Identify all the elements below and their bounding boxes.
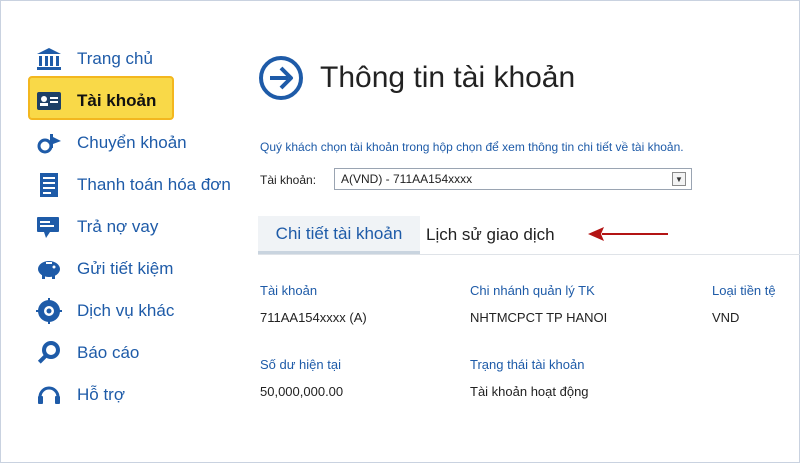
tab-label: Lịch sử giao dịch	[426, 225, 555, 244]
sidebar-item-transfer[interactable]: Chuyển khoản	[26, 122, 226, 164]
bank-icon	[36, 46, 62, 72]
annotation-arrow-icon	[588, 224, 670, 244]
sidebar-item-label: Dịch vụ khác	[77, 301, 175, 320]
instruction-text: Quý khách chọn tài khoản trong hộp chọn …	[260, 140, 684, 154]
report-search-icon	[36, 340, 62, 366]
tab-transaction-history[interactable]: Lịch sử giao dịch	[426, 216, 555, 254]
sidebar-item-label: Trang chủ	[77, 49, 153, 68]
branch-value: NHTMCPCT TP HANOI	[470, 310, 608, 325]
currency-label: Loại tiền tệ	[712, 283, 776, 298]
tab-divider	[258, 254, 800, 255]
transfer-icon	[36, 130, 62, 156]
balance-value: 50,000,000.00	[260, 384, 344, 399]
account-number-label: Tài khoản	[260, 283, 318, 298]
account-select[interactable]: A(VND) - 711AA154xxxx ▼	[334, 168, 692, 190]
sidebar-item-bill-payment[interactable]: Thanh toán hóa đơn	[26, 164, 231, 206]
sidebar: Trang chủ Tài khoản Chuyển khoản Thanh t…	[26, 38, 231, 416]
sidebar-item-support[interactable]: Hỗ trợ	[26, 374, 226, 416]
tab-bar: Chi tiết tài khoản Lịch sử giao dịch	[258, 216, 800, 256]
tab-label: Chi tiết tài khoản	[275, 223, 403, 243]
tab-account-details[interactable]: Chi tiết tài khoản	[258, 216, 420, 254]
sidebar-item-label: Chuyển khoản	[77, 133, 187, 152]
account-status-label: Trạng thái tài khoản	[470, 357, 585, 372]
account-select-value: A(VND) - 711AA154xxxx	[341, 172, 473, 186]
sidebar-item-label: Trả nợ vay	[77, 217, 159, 236]
sidebar-item-savings[interactable]: Gửi tiết kiệm	[26, 248, 226, 290]
page-title: Thông tin tài khoản	[320, 61, 576, 94]
piggy-bank-icon	[36, 256, 62, 282]
sidebar-item-label: Tài khoản	[77, 91, 157, 110]
loan-icon	[36, 214, 62, 240]
sidebar-item-account[interactable]: Tài khoản	[26, 76, 226, 122]
currency-value: VND	[712, 310, 740, 325]
page-header: Thông tin tài khoản	[258, 55, 575, 101]
account-number-value: 711AA154xxxx (A)	[260, 310, 367, 325]
sidebar-item-other-services[interactable]: Dịch vụ khác	[26, 290, 226, 332]
balance-label: Số dư hiện tại	[260, 357, 341, 372]
headset-icon	[36, 382, 62, 408]
bill-icon	[36, 172, 62, 198]
account-select-label: Tài khoản:	[260, 173, 317, 187]
main-content: Thông tin tài khoản Quý khách chọn tài k…	[258, 0, 800, 463]
sidebar-item-label: Thanh toán hóa đơn	[77, 175, 231, 194]
sidebar-item-loan[interactable]: Trả nợ vay	[26, 206, 226, 248]
sidebar-item-label: Gửi tiết kiệm	[77, 259, 174, 278]
sidebar-item-home[interactable]: Trang chủ	[26, 38, 226, 80]
branch-label: Chi nhánh quản lý TK	[470, 283, 595, 298]
account-card-icon	[36, 88, 62, 114]
sidebar-item-label: Hỗ trợ	[77, 385, 125, 404]
arrow-right-circle-icon	[258, 55, 304, 101]
account-status-value: Tài khoản hoạt động	[470, 384, 589, 399]
services-icon	[36, 298, 62, 324]
dropdown-arrow-icon[interactable]: ▼	[672, 172, 686, 186]
sidebar-item-label: Báo cáo	[77, 343, 140, 362]
sidebar-item-reports[interactable]: Báo cáo	[26, 332, 226, 374]
